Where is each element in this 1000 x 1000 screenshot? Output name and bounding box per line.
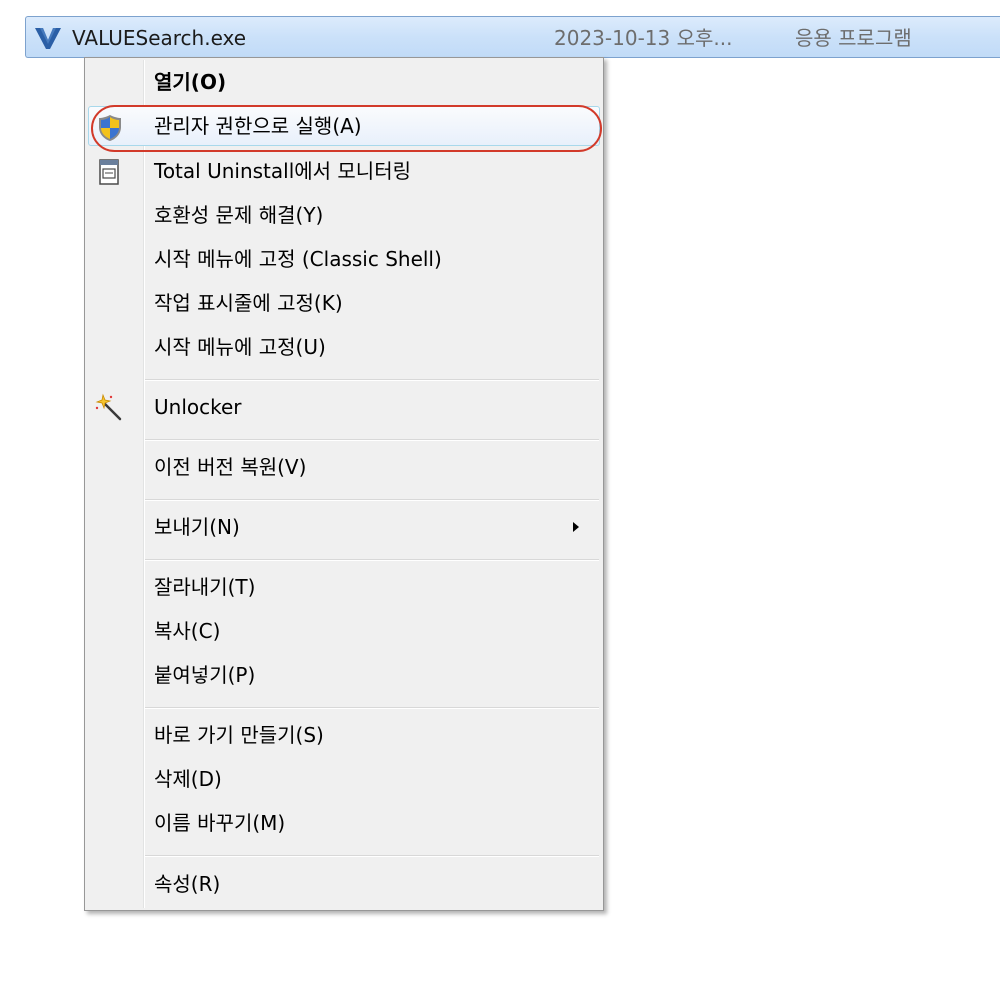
menu-item-label: 시작 메뉴에 고정 (Classic Shell) (154, 247, 442, 271)
menu-item-cut[interactable]: 잘라내기(T) (88, 567, 600, 607)
menu-item-label: 보내기(N) (154, 515, 240, 539)
magic-wand-icon (94, 393, 124, 423)
menu-item-label: 속성(R) (154, 872, 221, 896)
context-menu: 열기(O) 관리자 권한으로 실행(A) Total Uninstall에서 모… (84, 57, 604, 911)
menu-item-label: Unlocker (154, 395, 242, 419)
menu-item-label: 열기(O) (154, 70, 227, 94)
total-uninstall-icon (94, 157, 124, 187)
menu-separator (145, 379, 599, 381)
menu-separator (145, 499, 599, 501)
menu-item-label: 삭제(D) (154, 767, 222, 791)
menu-separator (145, 855, 599, 857)
menu-item-label: 붙여넣기(P) (154, 663, 256, 687)
menu-item-label: 이전 버전 복원(V) (154, 455, 307, 479)
valuesearch-app-icon (33, 25, 63, 51)
menu-item-label: 작업 표시줄에 고정(K) (154, 291, 343, 315)
menu-item-run-as-admin[interactable]: 관리자 권한으로 실행(A) (88, 106, 600, 146)
menu-item-paste[interactable]: 붙여넣기(P) (88, 655, 600, 695)
menu-item-label: 이름 바꾸기(M) (154, 811, 286, 835)
file-row-selected[interactable]: VALUESearch.exe 2023-10-13 오후... 응용 프로그램 (25, 16, 1000, 58)
menu-item-delete[interactable]: 삭제(D) (88, 759, 600, 799)
explorer-file-list: VALUESearch.exe 2023-10-13 오후... 응용 프로그램… (0, 0, 1000, 1000)
menu-item-label: 복사(C) (154, 619, 221, 643)
menu-item-label: 관리자 권한으로 실행(A) (154, 114, 362, 138)
menu-item-unlocker[interactable]: Unlocker (88, 387, 600, 427)
menu-item-properties[interactable]: 속성(R) (88, 864, 600, 904)
menu-item-open[interactable]: 열기(O) (88, 62, 600, 102)
menu-item-troubleshoot-compatibility[interactable]: 호환성 문제 해결(Y) (88, 195, 600, 235)
menu-item-copy[interactable]: 복사(C) (88, 611, 600, 651)
menu-separator (145, 707, 599, 709)
menu-item-create-shortcut[interactable]: 바로 가기 만들기(S) (88, 715, 600, 755)
menu-item-pin-start-classic-shell[interactable]: 시작 메뉴에 고정 (Classic Shell) (88, 239, 600, 279)
menu-item-total-uninstall[interactable]: Total Uninstall에서 모니터링 (88, 151, 600, 191)
submenu-arrow-icon (573, 522, 579, 532)
menu-item-label: 바로 가기 만들기(S) (154, 723, 324, 747)
menu-item-pin-start-menu[interactable]: 시작 메뉴에 고정(U) (88, 327, 600, 367)
menu-item-label: 잘라내기(T) (154, 575, 256, 599)
file-type: 응용 프로그램 (795, 26, 912, 50)
menu-item-send-to[interactable]: 보내기(N) (88, 507, 600, 547)
uac-shield-icon (95, 113, 125, 143)
menu-separator (145, 439, 599, 441)
file-name: VALUESearch.exe (72, 26, 247, 50)
menu-item-rename[interactable]: 이름 바꾸기(M) (88, 803, 600, 843)
menu-item-label: 시작 메뉴에 고정(U) (154, 335, 326, 359)
menu-item-label: Total Uninstall에서 모니터링 (154, 159, 412, 183)
menu-item-restore-previous-versions[interactable]: 이전 버전 복원(V) (88, 447, 600, 487)
menu-item-label: 호환성 문제 해결(Y) (154, 203, 324, 227)
file-modified-date: 2023-10-13 오후... (554, 26, 733, 50)
menu-item-pin-taskbar[interactable]: 작업 표시줄에 고정(K) (88, 283, 600, 323)
menu-separator (145, 559, 599, 561)
